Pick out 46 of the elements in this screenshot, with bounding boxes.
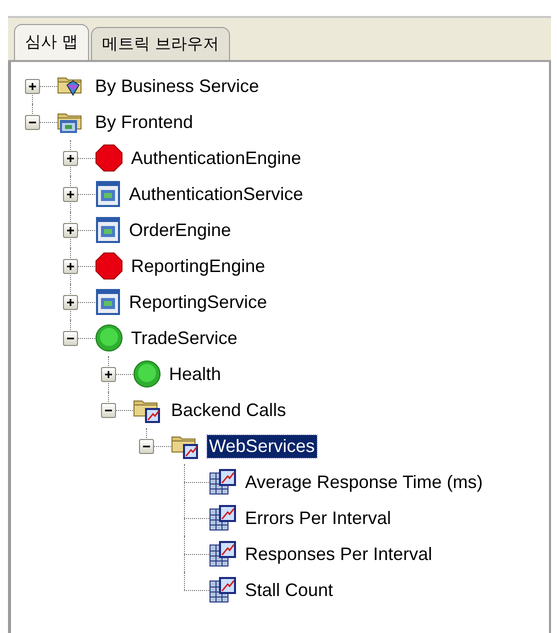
tree-node-label[interactable]: Stall Count (243, 578, 336, 602)
tree-node-label[interactable]: Responses Per Interval (243, 542, 434, 566)
tab[interactable]: 심사 맵 (14, 24, 90, 60)
tree-node-label[interactable]: By Frontend (93, 110, 196, 134)
chart-grid-icon (209, 468, 237, 496)
expand-toggle[interactable] (62, 258, 78, 274)
plus-icon (66, 190, 74, 198)
tree-node-label[interactable]: Errors Per Interval (243, 506, 394, 530)
status-circle-icon (133, 360, 161, 388)
tree-node-label[interactable]: ReportingService (127, 290, 270, 314)
tree-node-label[interactable]: OrderEngine (127, 218, 234, 242)
tab[interactable]: 메트릭 브라우저 (91, 27, 230, 60)
status-circle-icon (95, 324, 123, 352)
tree-node-label[interactable]: AuthenticationService (127, 182, 306, 206)
window-icon (95, 288, 121, 316)
expand-toggle[interactable] (62, 222, 78, 238)
expand-toggle[interactable] (100, 402, 116, 418)
window-icon (95, 216, 121, 244)
plus-icon (66, 226, 74, 234)
stop-sign-icon (95, 252, 123, 280)
stop-sign-icon (95, 144, 123, 172)
plus-icon (66, 262, 74, 270)
chart-grid-icon (209, 576, 237, 604)
tree-node-label[interactable]: Backend Calls (169, 398, 288, 422)
tree-node-label[interactable]: Health (167, 362, 224, 386)
expand-toggle[interactable] (138, 438, 154, 454)
expand-toggle[interactable] (62, 294, 78, 310)
expand-toggle[interactable] (100, 366, 116, 382)
tree-node-label[interactable]: Average Response Time (ms) (243, 470, 485, 494)
plus-icon (66, 298, 74, 306)
chart-grid-icon (209, 504, 237, 532)
expand-toggle[interactable] (24, 78, 40, 94)
tree-node-label[interactable]: By Business Service (93, 74, 262, 98)
chart-grid-icon (209, 540, 237, 568)
expand-toggle[interactable] (24, 114, 40, 130)
expand-toggle[interactable] (62, 330, 78, 346)
expand-toggle[interactable] (62, 186, 78, 202)
plus-icon (28, 82, 36, 90)
tree-node-label[interactable]: ReportingEngine (129, 254, 268, 278)
plus-icon (66, 154, 74, 162)
tree-node-label[interactable]: WebServices (207, 434, 317, 458)
expand-toggle[interactable] (62, 150, 78, 166)
plus-icon (104, 370, 112, 378)
tree-node-label[interactable]: AuthenticationEngine (129, 146, 304, 170)
tree-node-label[interactable]: TradeService (129, 326, 240, 350)
window-icon (95, 180, 121, 208)
